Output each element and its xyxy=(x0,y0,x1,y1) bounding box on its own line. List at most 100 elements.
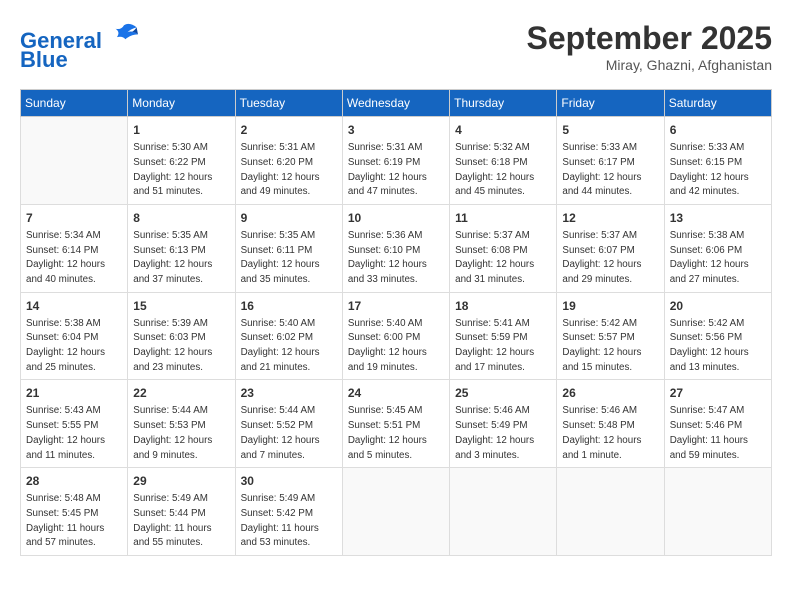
calendar-cell xyxy=(664,468,771,556)
calendar-cell: 18 Sunrise: 5:41 AM Sunset: 5:59 PM Dayli… xyxy=(450,292,557,380)
calendar-cell: 6Sunrise: 5:33 AM Sunset: 6:15 PM Daylig… xyxy=(664,117,771,205)
location: Miray, Ghazni, Afghanistan xyxy=(527,57,772,73)
day-info: Sunrise: 5:37 AM Sunset: 6:08 PM Dayligh… xyxy=(455,229,551,288)
logo: General Blue xyxy=(20,20,138,73)
day-info: Sunrise: 5:30 AM Sunset: 6:22 PM Dayligh… xyxy=(133,141,229,200)
calendar-cell xyxy=(450,468,557,556)
day-number: 12 xyxy=(562,209,658,227)
week-row-4: 21 Sunrise: 5:43 AM Sunset: 5:55 PM Dayli… xyxy=(21,380,772,468)
day-number: 9 xyxy=(241,209,337,227)
calendar-cell: 16 Sunrise: 5:40 AM Sunset: 6:02 PM Dayli… xyxy=(235,292,342,380)
day-info: Sunrise: 5:33 AM Sunset: 6:17 PM Dayligh… xyxy=(562,141,658,200)
day-number: 10 xyxy=(348,209,444,227)
day-number: 6 xyxy=(670,121,766,139)
day-info: Sunrise: 5:34 AM Sunset: 6:14 PM Dayligh… xyxy=(26,229,122,288)
calendar-cell: 1 Sunrise: 5:30 AM Sunset: 6:22 PM Daylig… xyxy=(128,117,235,205)
day-number: 27 xyxy=(670,384,766,402)
calendar-cell: 27 Sunrise: 5:47 AM Sunset: 5:46 PM Dayli… xyxy=(664,380,771,468)
day-info: Sunrise: 5:36 AM Sunset: 6:10 PM Dayligh… xyxy=(348,229,444,288)
week-row-2: 7 Sunrise: 5:34 AM Sunset: 6:14 PM Daylig… xyxy=(21,204,772,292)
calendar-cell: 12 Sunrise: 5:37 AM Sunset: 6:07 PM Dayli… xyxy=(557,204,664,292)
day-info: Sunrise: 5:39 AM Sunset: 6:03 PM Dayligh… xyxy=(133,317,229,376)
calendar-cell: 15 Sunrise: 5:39 AM Sunset: 6:03 PM Dayli… xyxy=(128,292,235,380)
week-row-3: 14 Sunrise: 5:38 AM Sunset: 6:04 PM Dayli… xyxy=(21,292,772,380)
day-info: Sunrise: 5:35 AM Sunset: 6:11 PM Dayligh… xyxy=(241,229,337,288)
day-info: Sunrise: 5:40 AM Sunset: 6:00 PM Dayligh… xyxy=(348,317,444,376)
day-number: 1 xyxy=(133,121,229,139)
calendar-cell: 8Sunrise: 5:35 AM Sunset: 6:13 PM Daylig… xyxy=(128,204,235,292)
column-header-saturday: Saturday xyxy=(664,90,771,117)
day-info: Sunrise: 5:48 AM Sunset: 5:45 PM Dayligh… xyxy=(26,492,122,551)
calendar-cell: 13 Sunrise: 5:38 AM Sunset: 6:06 PM Dayli… xyxy=(664,204,771,292)
day-number: 14 xyxy=(26,297,122,315)
calendar-cell: 21 Sunrise: 5:43 AM Sunset: 5:55 PM Dayli… xyxy=(21,380,128,468)
day-info: Sunrise: 5:38 AM Sunset: 6:06 PM Dayligh… xyxy=(670,229,766,288)
day-number: 3 xyxy=(348,121,444,139)
day-number: 7 xyxy=(26,209,122,227)
calendar-cell: 5 Sunrise: 5:33 AM Sunset: 6:17 PM Daylig… xyxy=(557,117,664,205)
month-title: September 2025 xyxy=(527,20,772,57)
day-info: Sunrise: 5:31 AM Sunset: 6:20 PM Dayligh… xyxy=(241,141,337,200)
day-number: 4 xyxy=(455,121,551,139)
day-info: Sunrise: 5:32 AM Sunset: 6:18 PM Dayligh… xyxy=(455,141,551,200)
calendar-cell: 14 Sunrise: 5:38 AM Sunset: 6:04 PM Dayli… xyxy=(21,292,128,380)
day-info: Sunrise: 5:46 AM Sunset: 5:48 PM Dayligh… xyxy=(562,404,658,463)
column-header-friday: Friday xyxy=(557,90,664,117)
day-number: 30 xyxy=(241,472,337,490)
calendar-cell: 17 Sunrise: 5:40 AM Sunset: 6:00 PM Dayli… xyxy=(342,292,449,380)
day-number: 21 xyxy=(26,384,122,402)
column-header-wednesday: Wednesday xyxy=(342,90,449,117)
day-number: 22 xyxy=(133,384,229,402)
day-number: 28 xyxy=(26,472,122,490)
day-info: Sunrise: 5:41 AM Sunset: 5:59 PM Dayligh… xyxy=(455,317,551,376)
calendar-cell: 20Sunrise: 5:42 AM Sunset: 5:56 PM Dayli… xyxy=(664,292,771,380)
calendar-table: SundayMondayTuesdayWednesdayThursdayFrid… xyxy=(20,89,772,556)
day-number: 23 xyxy=(241,384,337,402)
day-info: Sunrise: 5:38 AM Sunset: 6:04 PM Dayligh… xyxy=(26,317,122,376)
column-header-monday: Monday xyxy=(128,90,235,117)
calendar-cell: 11Sunrise: 5:37 AM Sunset: 6:08 PM Dayli… xyxy=(450,204,557,292)
day-number: 19 xyxy=(562,297,658,315)
day-info: Sunrise: 5:37 AM Sunset: 6:07 PM Dayligh… xyxy=(562,229,658,288)
calendar-cell: 25 Sunrise: 5:46 AM Sunset: 5:49 PM Dayli… xyxy=(450,380,557,468)
calendar-cell: 29Sunrise: 5:49 AM Sunset: 5:44 PM Dayli… xyxy=(128,468,235,556)
day-info: Sunrise: 5:49 AM Sunset: 5:42 PM Dayligh… xyxy=(241,492,337,551)
day-info: Sunrise: 5:47 AM Sunset: 5:46 PM Dayligh… xyxy=(670,404,766,463)
column-header-thursday: Thursday xyxy=(450,90,557,117)
calendar-cell: 4 Sunrise: 5:32 AM Sunset: 6:18 PM Daylig… xyxy=(450,117,557,205)
day-number: 25 xyxy=(455,384,551,402)
calendar-cell: 2Sunrise: 5:31 AM Sunset: 6:20 PM Daylig… xyxy=(235,117,342,205)
week-row-5: 28 Sunrise: 5:48 AM Sunset: 5:45 PM Dayli… xyxy=(21,468,772,556)
calendar-cell: 7 Sunrise: 5:34 AM Sunset: 6:14 PM Daylig… xyxy=(21,204,128,292)
day-info: Sunrise: 5:44 AM Sunset: 5:52 PM Dayligh… xyxy=(241,404,337,463)
day-number: 13 xyxy=(670,209,766,227)
day-info: Sunrise: 5:42 AM Sunset: 5:57 PM Dayligh… xyxy=(562,317,658,376)
day-info: Sunrise: 5:42 AM Sunset: 5:56 PM Dayligh… xyxy=(670,317,766,376)
day-number: 15 xyxy=(133,297,229,315)
day-info: Sunrise: 5:46 AM Sunset: 5:49 PM Dayligh… xyxy=(455,404,551,463)
title-block: September 2025 Miray, Ghazni, Afghanista… xyxy=(527,20,772,73)
day-number: 5 xyxy=(562,121,658,139)
day-number: 24 xyxy=(348,384,444,402)
calendar-cell: 19 Sunrise: 5:42 AM Sunset: 5:57 PM Dayli… xyxy=(557,292,664,380)
calendar-cell: 3Sunrise: 5:31 AM Sunset: 6:19 PM Daylig… xyxy=(342,117,449,205)
calendar-cell: 30 Sunrise: 5:49 AM Sunset: 5:42 PM Dayli… xyxy=(235,468,342,556)
calendar-cell xyxy=(21,117,128,205)
day-number: 16 xyxy=(241,297,337,315)
day-info: Sunrise: 5:43 AM Sunset: 5:55 PM Dayligh… xyxy=(26,404,122,463)
day-number: 17 xyxy=(348,297,444,315)
calendar-cell: 24Sunrise: 5:45 AM Sunset: 5:51 PM Dayli… xyxy=(342,380,449,468)
day-number: 8 xyxy=(133,209,229,227)
day-number: 29 xyxy=(133,472,229,490)
day-info: Sunrise: 5:44 AM Sunset: 5:53 PM Dayligh… xyxy=(133,404,229,463)
logo-bird-icon xyxy=(110,20,138,48)
calendar-cell: 9 Sunrise: 5:35 AM Sunset: 6:11 PM Daylig… xyxy=(235,204,342,292)
calendar-cell: 28 Sunrise: 5:48 AM Sunset: 5:45 PM Dayli… xyxy=(21,468,128,556)
calendar-header-row: SundayMondayTuesdayWednesdayThursdayFrid… xyxy=(21,90,772,117)
day-number: 18 xyxy=(455,297,551,315)
calendar-cell xyxy=(557,468,664,556)
week-row-1: 1 Sunrise: 5:30 AM Sunset: 6:22 PM Daylig… xyxy=(21,117,772,205)
day-info: Sunrise: 5:40 AM Sunset: 6:02 PM Dayligh… xyxy=(241,317,337,376)
calendar-cell xyxy=(342,468,449,556)
calendar-cell: 26Sunrise: 5:46 AM Sunset: 5:48 PM Dayli… xyxy=(557,380,664,468)
